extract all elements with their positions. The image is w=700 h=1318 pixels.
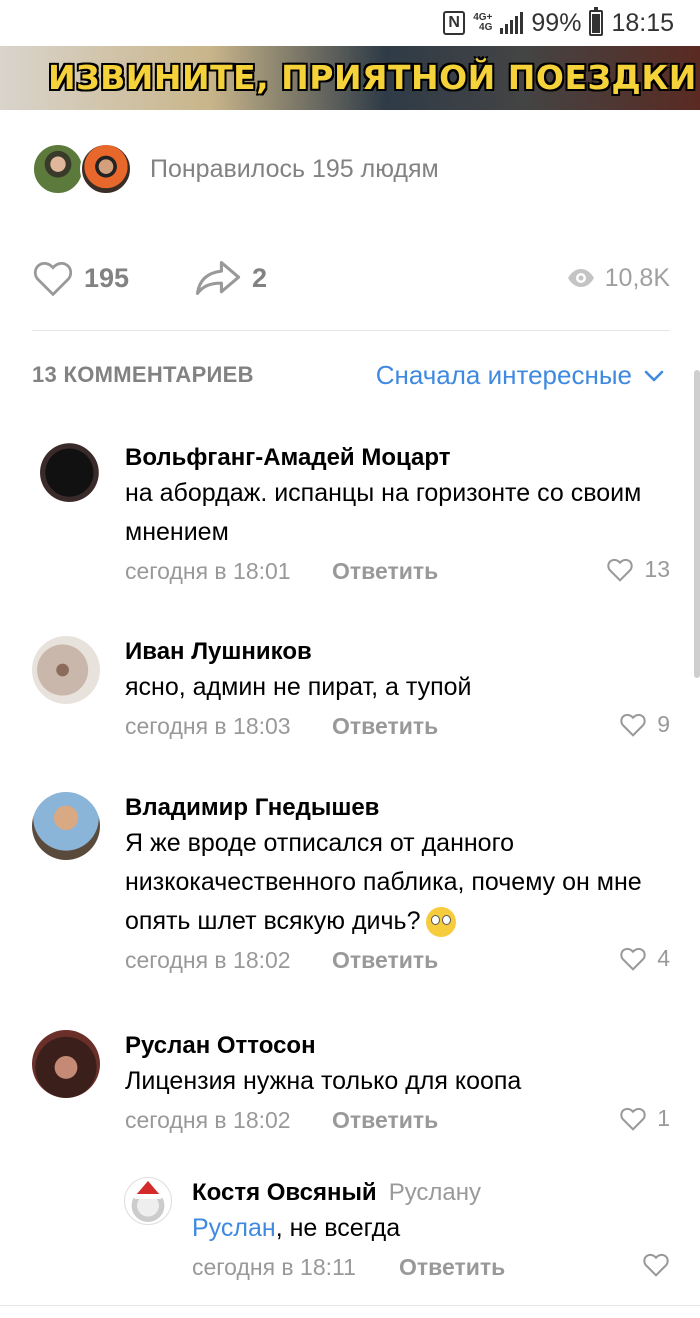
comment-like-count: 9 — [657, 711, 670, 737]
comment-like-button[interactable]: 9 — [619, 711, 670, 738]
commenter-avatar[interactable] — [32, 636, 100, 704]
commenter-avatar[interactable] — [32, 1030, 100, 1098]
comment-like-count: 13 — [644, 556, 670, 582]
share-button[interactable]: 2 — [194, 256, 267, 300]
reply-button[interactable]: Ответить — [399, 1254, 505, 1281]
reply-to-label[interactable]: Руслану — [389, 1179, 481, 1206]
heart-icon — [643, 1253, 669, 1277]
comment-like-count: 4 — [657, 945, 670, 971]
network-indicator: 4G+ 4G — [473, 13, 492, 33]
comment-like-count: 1 — [657, 1105, 670, 1131]
views-count: 10,8K — [604, 263, 670, 292]
eye-roll-emoji-icon — [426, 907, 457, 938]
comment-text: ясно, админ не пират, а тупой — [125, 673, 472, 701]
comment-time: сегодня в 18:02 — [125, 947, 291, 973]
heart-icon — [620, 1107, 646, 1131]
comments-header: 13 КОММЕНТАРИЕВ Сначала интересные — [32, 360, 670, 392]
heart-icon — [607, 558, 634, 582]
comment-author[interactable]: Владимир Гнедышев — [125, 792, 670, 824]
liker-avatar — [32, 143, 84, 195]
share-icon — [195, 261, 241, 295]
comment-author[interactable]: Руслан Оттосон — [125, 1030, 670, 1062]
network-sub-label: 4G — [479, 22, 493, 33]
comment-like-button[interactable]: 1 — [619, 1105, 670, 1132]
comment-time: сегодня в 18:02 — [125, 1107, 291, 1133]
liker-avatar — [80, 143, 132, 195]
comment-text-wrap: Я же вроде отписался от данного низкокач… — [125, 824, 670, 941]
status-bar: N 4G+ 4G 99% 18:15 — [0, 0, 700, 46]
comment-text: Я же вроде отписался от данного низкокач… — [125, 829, 642, 935]
reply-button[interactable]: Ответить — [332, 713, 438, 740]
comment-time: сегодня в 18:03 — [125, 713, 291, 739]
sort-label: Сначала интересные — [375, 360, 632, 390]
reply-button[interactable]: Ответить — [332, 947, 438, 974]
post-image-caption: ИЗВИНИТЕ, ПРИЯТНОЙ ПОЕЗДКИ — [48, 58, 697, 97]
signal-icon — [500, 12, 524, 34]
comment-author[interactable]: Иван Лушников — [125, 636, 670, 668]
commenter-avatar[interactable] — [124, 1177, 172, 1225]
reply-author-row: Костя Овсяный Руслану — [192, 1177, 670, 1209]
reply-button[interactable]: Ответить — [332, 1107, 438, 1134]
scrollbar[interactable] — [694, 370, 700, 678]
share-count: 2 — [252, 262, 268, 293]
comments-count: 13 КОММЕНТАРИЕВ — [32, 362, 254, 387]
eye-icon — [567, 269, 594, 287]
heart-icon — [620, 947, 646, 971]
divider — [0, 1305, 700, 1306]
battery-icon — [589, 7, 604, 36]
nfc-icon: N — [443, 11, 466, 35]
comment-time: сегодня в 18:11 — [192, 1254, 356, 1280]
comment-author[interactable]: Костя Овсяный — [192, 1179, 377, 1206]
likers-text: Понравилось 195 людям — [150, 154, 439, 183]
comment-text: на абордаж. испанцы на горизонте со свои… — [125, 479, 642, 546]
santa-hat-icon — [134, 1181, 162, 1199]
like-button[interactable]: 195 — [32, 256, 129, 300]
comment-text: , не всегда — [275, 1214, 401, 1242]
commenter-avatar[interactable] — [32, 792, 100, 860]
post-actions: 195 2 10,8K — [32, 256, 670, 300]
comment-author[interactable]: Вольфганг-Амадей Моцарт — [125, 442, 670, 474]
battery-percent: 99% — [531, 8, 582, 37]
comment-like-button[interactable] — [642, 1252, 670, 1277]
heart-icon — [620, 713, 646, 737]
likers-row[interactable]: Понравилось 195 людям — [32, 142, 439, 196]
comment-like-button[interactable]: 4 — [619, 945, 670, 972]
status-icons: N 4G+ 4G 99% 18:15 — [443, 7, 674, 38]
like-count: 195 — [84, 262, 130, 293]
mention-link[interactable]: Руслан — [192, 1214, 276, 1242]
commenter-avatar[interactable] — [32, 442, 100, 510]
divider — [32, 330, 670, 331]
post-image[interactable]: ИЗВИНИТЕ, ПРИЯТНОЙ ПОЕЗДКИ — [0, 46, 700, 110]
clock: 18:15 — [611, 8, 674, 37]
heart-icon — [33, 262, 73, 297]
comment-text: Лицензия нужна только для коопа — [125, 1067, 522, 1095]
views-counter: 10,8K — [567, 256, 670, 300]
sort-dropdown[interactable]: Сначала интересные — [376, 360, 664, 391]
chevron-down-icon — [644, 370, 664, 381]
reply-button[interactable]: Ответить — [332, 558, 438, 585]
comment-time: сегодня в 18:01 — [125, 558, 291, 584]
comment-text-wrap: Руслан, не всегда — [192, 1209, 670, 1248]
comment-like-button[interactable]: 13 — [606, 556, 670, 583]
